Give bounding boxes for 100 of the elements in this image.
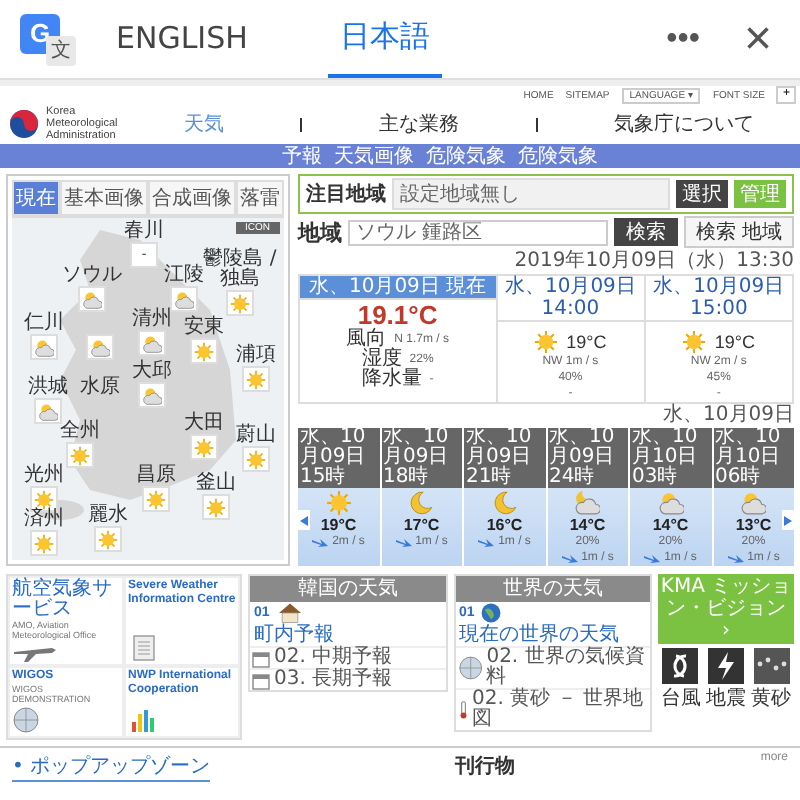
sun-icon (534, 330, 559, 354)
sun-cloud-icon (740, 490, 767, 516)
city-label: 鬱陵島 / 独島 (203, 250, 279, 290)
mission-link[interactable]: 黄砂 (751, 648, 792, 712)
previous-button[interactable] (298, 510, 310, 531)
main-link[interactable]: 町内予報 (254, 624, 334, 646)
weather-label: 湿度 (361, 350, 402, 370)
column-header: 水、10月09日 15:00 (645, 276, 792, 322)
house-icon (275, 602, 304, 624)
sun-cloud-icon (90, 337, 110, 357)
hourly-time: 水、10月09日15時 (298, 428, 379, 488)
close-button[interactable]: × (735, 11, 780, 67)
city-label: 光州 (24, 466, 64, 486)
city-label: 釜山 (196, 474, 236, 494)
city-label: 昌原 (136, 466, 176, 486)
next-button[interactable] (782, 510, 794, 531)
nav-link[interactable]: 気象庁について (613, 110, 754, 138)
hourly-time: 水、10月09日24時 (547, 428, 628, 488)
right-arrow-icon (784, 515, 792, 526)
city-label: 浦項 (236, 346, 276, 366)
city-label: ソウル (62, 266, 122, 286)
thermometer-icon (457, 700, 469, 720)
moon-icon (491, 490, 518, 516)
wind-arrow-icon (561, 553, 578, 563)
attention-label: 注目地域 (306, 180, 386, 208)
hourly-time: 水、10月10日06時 (713, 428, 794, 488)
city-label: 洪城 (28, 378, 68, 398)
city-label: 清州 (132, 310, 172, 330)
left-arrow-icon (300, 515, 308, 526)
logo-icon (8, 108, 40, 140)
sun-icon (246, 369, 266, 389)
sub-nav-link[interactable]: 予報 (282, 142, 322, 170)
wind-arrow-icon (644, 553, 661, 563)
city-label: 春川 (124, 222, 164, 242)
hourly-temperature: 17°C (403, 516, 440, 534)
forecast-link[interactable]: 02. 黄砂 － 世界地図 (455, 688, 650, 730)
sun-icon (246, 449, 266, 469)
city-label: 仁川 (24, 314, 64, 334)
weather-label: 風向 (346, 330, 387, 350)
sub-nav-link[interactable]: 天気画像 (334, 142, 414, 170)
sun-cloud-icon (174, 289, 194, 309)
city-label: 済州 (24, 510, 64, 530)
region-field[interactable]: ソウル 鍾路区 (348, 219, 608, 245)
forecast-link[interactable]: 03. 長期予報 (250, 668, 445, 690)
wind-arrow-icon (312, 537, 329, 547)
area-search-button[interactable]: 検索 地域 (683, 216, 794, 248)
hourly-time: 水、10月09日21時 (464, 428, 545, 488)
hourly-time: 水、10月09日18時 (381, 428, 462, 488)
city-label: 全州 (60, 422, 100, 442)
sun-icon (98, 529, 118, 549)
nav-link[interactable]: 主な業務 (378, 110, 459, 138)
dust-icon (753, 648, 790, 684)
select-button[interactable]: 選択 (676, 180, 728, 208)
sun-icon (194, 437, 214, 457)
calendar-icon (252, 671, 270, 689)
moon-icon (408, 490, 435, 516)
area-select[interactable]: 設定地域無し (392, 178, 670, 210)
column-header: 水、10月09日 現在 (300, 276, 496, 300)
main-link[interactable]: 現在の世界の天気 (459, 624, 619, 646)
sun-cloud-icon (657, 490, 684, 516)
forecast-link[interactable]: 02. 中期予報 (250, 646, 445, 668)
hourly-time: 水、10月10日03時 (630, 428, 711, 488)
panel-header: 韓国の天気 (250, 576, 445, 602)
hourly-temperature: 14°C (652, 516, 689, 534)
map-tab[interactable]: 合成画像 (148, 180, 236, 216)
service-title[interactable]: 航空気象サービス (12, 580, 120, 620)
language-tab[interactable]: ENGLISH (104, 1, 260, 77)
sun-cloud-icon (142, 385, 162, 405)
hourly-temperature: 13°C (735, 516, 772, 534)
forecast-link[interactable]: 02. 世界の気候資料 (455, 646, 650, 688)
sun-icon (230, 293, 250, 313)
mission-link[interactable]: 地震 (705, 648, 746, 712)
calendar-icon (252, 649, 270, 667)
city-label: 大田 (184, 414, 224, 434)
sun-icon (194, 341, 214, 361)
map-tab[interactable]: 現在 (12, 180, 60, 216)
hourly-temperature: 19°C (320, 516, 357, 534)
mission-link[interactable]: 台風 (660, 648, 701, 712)
hourly-temperature: 16°C (486, 516, 523, 534)
publications-title: 刊行物 (455, 753, 516, 780)
wind-arrow-icon (395, 537, 412, 547)
more-button[interactable]: ••• (658, 21, 708, 57)
document-icon (128, 634, 156, 662)
sun-icon (325, 490, 352, 516)
sub-nav-link[interactable]: 危険気象 (518, 142, 598, 170)
typhoon-icon (662, 648, 699, 684)
popup-zone-title: • ポップアップゾーン (12, 752, 211, 782)
column-header: 水、10月09日 14:00 (497, 276, 644, 322)
forecast-temperature: 19°C (566, 332, 607, 352)
wind-arrow-icon (478, 537, 495, 547)
map-tab[interactable]: 基本画像 (60, 180, 148, 216)
weather-label: 降水量 (361, 370, 422, 390)
globe-icon (457, 654, 483, 682)
sub-nav-link[interactable]: 危険気象 (426, 142, 506, 170)
globe-icon (480, 602, 503, 624)
map-tab[interactable]: 落雷 (236, 180, 284, 216)
city-label: 蔚山 (236, 426, 276, 446)
city-label: 水原 (80, 378, 120, 398)
lightning-icon (707, 648, 744, 684)
search-button[interactable]: 検索 (613, 218, 678, 246)
